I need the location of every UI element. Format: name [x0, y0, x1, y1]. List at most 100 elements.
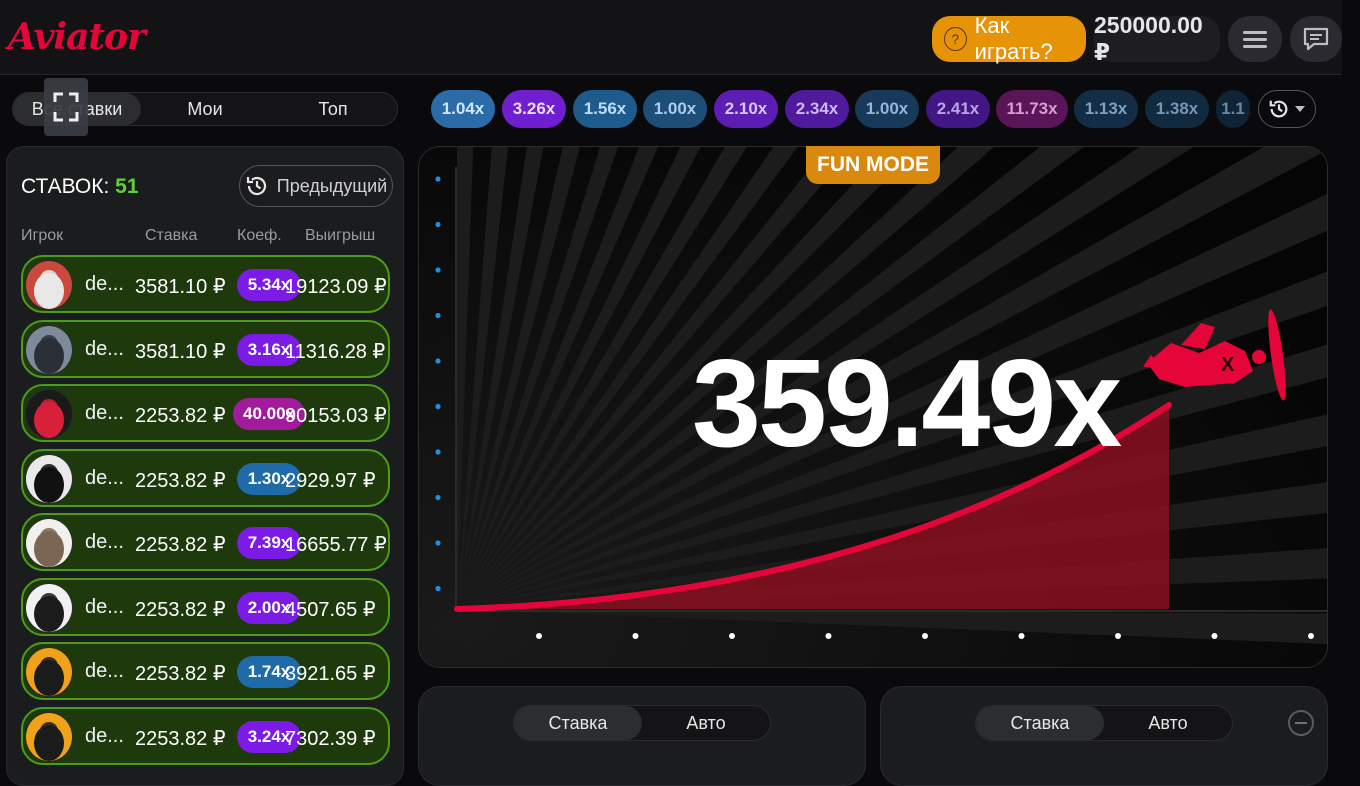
- history-multiplier[interactable]: 11.73x: [996, 90, 1068, 128]
- table-row: de... 2253.82 ₽1.74x 3921.65 ₽: [21, 642, 390, 700]
- y-axis-dot: [435, 221, 441, 228]
- history-multiplier[interactable]: 1.1: [1216, 90, 1250, 128]
- history-multiplier[interactable]: 2.41x: [926, 90, 990, 128]
- history-toggle-button[interactable]: [1258, 90, 1316, 128]
- chat-button[interactable]: [1290, 16, 1342, 62]
- avatar: [25, 647, 73, 697]
- avatar: [25, 260, 73, 310]
- tab-my-bets[interactable]: Мои: [141, 93, 269, 125]
- avatar: [25, 518, 73, 568]
- fullscreen-icon: [53, 92, 79, 122]
- player-name: de...: [85, 595, 124, 618]
- bet-amount: 2253.82 ₽: [135, 405, 226, 427]
- table-row: de... 2253.82 ₽40.00x 90153.03 ₽: [21, 384, 390, 442]
- bet-amount: 2253.82 ₽: [135, 469, 226, 492]
- win-amount: 4507.65 ₽: [285, 598, 376, 621]
- table-row: de... 2253.82 ₽2.00x 4507.65 ₽: [21, 577, 390, 636]
- x-axis-dot: [536, 633, 542, 639]
- x-axis-dot: [1211, 633, 1218, 639]
- current-multiplier: 359.49x: [692, 335, 1122, 473]
- player-name: de...: [85, 402, 124, 424]
- how-to-play-button[interactable]: ? Как играть?: [932, 13, 1086, 64]
- top-bar: Aviator ? Как играть? 250000.00 ₽: [0, 0, 1342, 75]
- x-axis-dot: [729, 633, 735, 639]
- history-multiplier[interactable]: 2.10x: [714, 90, 778, 128]
- win-amount: 7302.39 ₽: [285, 727, 376, 750]
- menu-button[interactable]: [1228, 16, 1282, 62]
- history-multiplier[interactable]: 1.00x: [855, 90, 919, 128]
- history-multiplier[interactable]: 1.56x: [573, 90, 637, 128]
- history-multiplier[interactable]: 1.04x: [431, 90, 495, 128]
- table-row: de... 2253.82 ₽7.39x 16655.77 ₽: [21, 513, 390, 571]
- how-to-play-label: Как играть?: [974, 13, 1053, 64]
- player-name: de...: [85, 337, 124, 360]
- avatar: [25, 453, 73, 504]
- bets-count-label: СТАВОК:: [21, 175, 110, 198]
- x-axis-dot: [1018, 633, 1025, 639]
- history-multiplier[interactable]: 3.26x: [502, 90, 566, 128]
- win-amount: 16655.77 ₽: [285, 534, 387, 556]
- win-amount: 90153.03 ₽: [285, 405, 387, 427]
- col-win: Выигрыш: [305, 227, 376, 244]
- history-multiplier[interactable]: 1.38x: [1145, 90, 1209, 128]
- y-axis-dot: [435, 403, 441, 410]
- y-axis-dot: [435, 585, 441, 592]
- previous-round-button[interactable]: Предыдущий: [239, 165, 393, 207]
- player-name: de...: [85, 273, 124, 295]
- win-amount: 11316.28 ₽: [285, 340, 386, 363]
- y-axis-dot: [435, 312, 441, 319]
- bets-panel: СТАВОК: 51 Предыдущий Игрок Ставка Коеф.…: [6, 146, 404, 786]
- hamburger-icon: [1243, 27, 1267, 52]
- bet-amount: 2253.82 ₽: [135, 598, 226, 621]
- tab-auto[interactable]: Авто: [1104, 706, 1232, 740]
- history-multiplier[interactable]: 1.13x: [1074, 90, 1138, 128]
- player-name: de...: [85, 660, 124, 682]
- table-row: de... 3581.10 ₽5.34x 19123.09 ₽: [21, 255, 390, 313]
- bets-count-number: 51: [115, 175, 139, 198]
- avatar: [25, 711, 73, 762]
- x-axis-dot: [1308, 633, 1314, 639]
- col-bet: Ставка: [145, 227, 198, 244]
- chevron-down-icon: [1295, 106, 1305, 112]
- history-multiplier[interactable]: 1.00x: [643, 90, 707, 128]
- svg-text:X: X: [1221, 354, 1235, 376]
- aviator-logo[interactable]: Aviator: [8, 16, 146, 58]
- x-axis-dot: [632, 633, 639, 639]
- x-axis-dot: [825, 633, 832, 639]
- win-amount: 3921.65 ₽: [285, 663, 376, 685]
- win-amount: 2929.97 ₽: [285, 469, 376, 492]
- tab-auto[interactable]: Авто: [642, 706, 770, 740]
- y-axis-dot: [435, 358, 441, 364]
- bet-amount: 2253.82 ₽: [135, 534, 226, 556]
- bet-amount: 2253.82 ₽: [135, 727, 226, 750]
- y-axis-dot: [435, 540, 441, 546]
- chat-icon: [1303, 27, 1329, 51]
- y-axis-dot: [435, 267, 441, 273]
- col-coef: Коеф.: [237, 227, 282, 244]
- table-row: de... 2253.82 ₽3.24x 7302.39 ₽: [21, 706, 390, 765]
- tab-bet[interactable]: Ставка: [976, 706, 1104, 740]
- balance: 250000.00 ₽: [1094, 12, 1220, 65]
- win-amount: 19123.09 ₽: [285, 276, 387, 298]
- tab-top[interactable]: Топ: [269, 93, 397, 125]
- fun-mode-badge: FUN MODE: [806, 146, 940, 184]
- avatar: [25, 389, 73, 439]
- x-axis-dot: [1115, 633, 1121, 639]
- fullscreen-button[interactable]: [44, 78, 88, 136]
- player-name: de...: [85, 466, 124, 489]
- bet-amount: 3581.10 ₽: [135, 276, 226, 298]
- question-icon: ?: [944, 27, 967, 51]
- bet-amount: 3581.10 ₽: [135, 340, 226, 363]
- history-multiplier[interactable]: 2.34x: [785, 90, 849, 128]
- col-player: Игрок: [21, 227, 64, 244]
- tab-bet[interactable]: Ставка: [514, 706, 642, 740]
- x-axis-dot: [922, 633, 928, 639]
- y-axis-dot: [435, 449, 441, 455]
- history-icon: [246, 176, 266, 196]
- bets-count: СТАВОК: 51: [21, 175, 139, 199]
- history-icon: [1269, 100, 1288, 118]
- bet-panel-2: Ставка Авто: [880, 686, 1328, 786]
- bet-panel-1-tabs: Ставка Авто: [513, 705, 771, 741]
- remove-bet-panel-button[interactable]: [1288, 710, 1314, 736]
- avatar: [25, 582, 73, 633]
